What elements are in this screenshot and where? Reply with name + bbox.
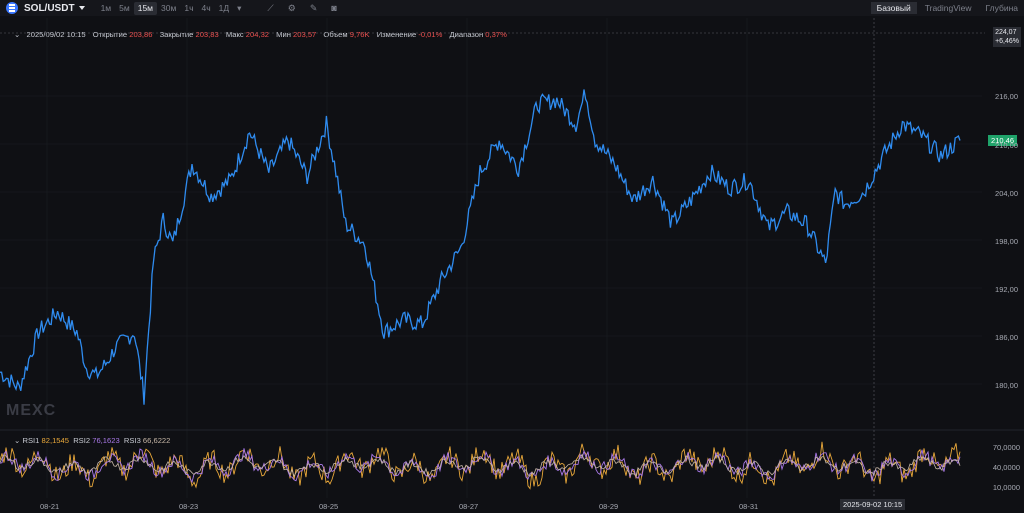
x-tick: 08-23 <box>179 502 199 511</box>
rsi-collapse-icon[interactable]: ⌄ <box>14 436 20 445</box>
rsi3-label: RSI3 <box>123 436 141 445</box>
y-tick: 198,00 <box>995 237 1018 246</box>
y-tick: 216,00 <box>995 92 1018 101</box>
rsi-legend: ⌄ RSI1 82,1545 RSI2 76,1623 RSI3 66,6222 <box>14 436 170 445</box>
x-tick: 08-25 <box>319 502 339 511</box>
x-tick: 08-29 <box>599 502 619 511</box>
crosshair-pct: +6,46% <box>995 38 1019 45</box>
y-tick: 186,00 <box>995 333 1018 342</box>
rsi-tick: 10,0000 <box>992 483 1020 492</box>
y-tick: 204,00 <box>995 189 1018 198</box>
x-tick: 08-31 <box>739 502 759 511</box>
rsi2-label: RSI2 <box>73 436 91 445</box>
rsi3-value: 66,6222 <box>142 436 171 445</box>
crosshair-price-tag: 224,07 +6,46% <box>993 27 1021 47</box>
exchange-watermark: MEXC <box>6 402 57 419</box>
crosshair-price: 224,07 <box>995 29 1017 36</box>
x-tick: 08-27 <box>459 502 479 511</box>
y-tick: 210,00 <box>995 141 1018 150</box>
x-tick: 08-21 <box>40 502 60 511</box>
y-tick: 192,00 <box>995 285 1018 294</box>
rsi1-label: RSI1 <box>22 436 40 445</box>
rsi2-line <box>0 448 961 484</box>
crosshair-date-tag: 2025-09-02 10:15 <box>840 499 906 510</box>
price-line <box>0 89 961 405</box>
rsi2-value: 76,1623 <box>92 436 120 445</box>
rsi-tick: 40,0000 <box>992 463 1020 472</box>
rsi-tick: 70,0000 <box>992 443 1020 452</box>
rsi1-value: 82,1545 <box>41 436 69 445</box>
y-tick: 180,00 <box>995 381 1018 390</box>
rsi1-line <box>0 441 961 490</box>
